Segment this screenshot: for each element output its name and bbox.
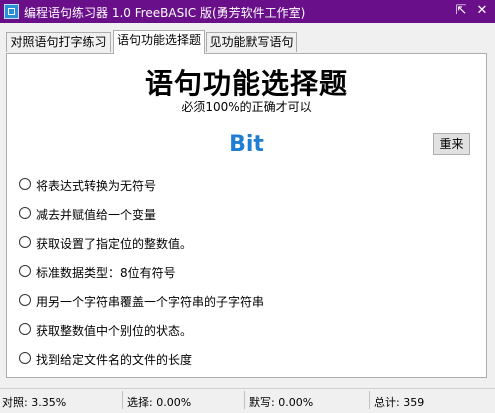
option-label: 获取整数值中个别位的状态。 (36, 324, 193, 338)
option-label: 用另一个字符串覆盖一个字符串的子字符串 (36, 295, 265, 309)
window-title: 编程语句练习器 1.0 FreeBASIC 版(勇芳软件工作室) (24, 6, 306, 20)
tab-recall-statement[interactable]: 见功能默写语句 (206, 32, 297, 52)
status-typing-percent: 对照: 3.35% (2, 396, 67, 409)
app-icon (4, 4, 19, 19)
radio-button[interactable] (19, 294, 31, 306)
status-divider (122, 391, 123, 409)
option-label: 找到给定文件名的文件的长度 (36, 353, 193, 367)
status-divider (244, 391, 245, 409)
option-label: 标准数据类型：8位有符号 (36, 266, 176, 280)
option-label: 将表达式转换为无符号 (36, 179, 157, 193)
radio-button[interactable] (19, 265, 31, 277)
status-total: 总计: 359 (374, 396, 425, 409)
status-recall-percent: 默写: 0.00% (249, 396, 314, 409)
reset-button[interactable]: 重来 (433, 133, 470, 155)
pin-icon[interactable]: ⇱ (450, 2, 472, 20)
quiz-panel: 语句功能选择题 必须100%的正确才可以 Bit 重来 将表达式转换为无符号 减… (6, 53, 487, 378)
tab-function-choice[interactable]: 语句功能选择题 (113, 30, 205, 54)
page-title: 语句功能选择题 (144, 67, 348, 100)
close-icon[interactable]: ✕ (471, 2, 493, 20)
status-bar: 对照: 3.35% 选择: 0.00% 默写: 0.00% 总计: 359 (0, 388, 495, 413)
radio-button[interactable] (19, 178, 31, 190)
tab-typing-practice[interactable]: 对照语句打字练习 (6, 32, 111, 52)
option-label: 减去并赋值给一个变量 (36, 208, 157, 222)
title-bar: 编程语句练习器 1.0 FreeBASIC 版(勇芳软件工作室) ⇱ ✕ (0, 0, 495, 23)
subtitle: 必须100%的正确才可以 (181, 100, 312, 114)
radio-button[interactable] (19, 236, 31, 248)
status-choice-percent: 选择: 0.00% (127, 396, 192, 409)
status-divider (369, 391, 370, 409)
radio-button[interactable] (19, 352, 31, 364)
option-label: 获取设置了指定位的整数值。 (36, 237, 193, 251)
question-word: Bit (229, 132, 264, 157)
radio-button[interactable] (19, 207, 31, 219)
radio-button[interactable] (19, 323, 31, 335)
tab-strip: 对照语句打字练习 语句功能选择题 见功能默写语句 (0, 23, 495, 54)
